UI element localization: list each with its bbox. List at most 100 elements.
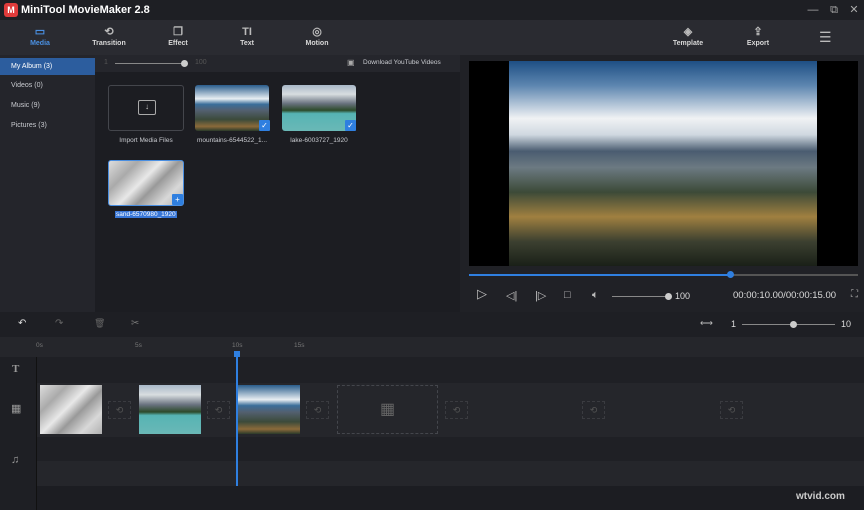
track-labels: T ▦ ♫ bbox=[0, 357, 37, 510]
timeline-zoom-knob[interactable] bbox=[790, 321, 798, 328]
playhead[interactable] bbox=[236, 352, 238, 486]
time-display: 00:00:10.00/00:00:15.00 bbox=[733, 290, 837, 301]
check-icon[interactable]: ✓ bbox=[345, 120, 356, 131]
media-name: mountains-6544522_1... bbox=[196, 137, 268, 144]
main-toolbar: ▭ Media ⟲ Transition ❐ Effect TI Text ◎ Motio… bbox=[0, 20, 864, 55]
video-track-icon: ▦ bbox=[11, 403, 22, 415]
media-thumb-mountains[interactable] bbox=[195, 85, 269, 131]
timeline-zoom-max: 10 bbox=[841, 319, 852, 329]
sidebar-item-videos[interactable]: Videos (0) bbox=[0, 77, 95, 94]
play-button[interactable]: ▷ bbox=[477, 286, 487, 302]
sidebar-item-my-album[interactable]: My Album (3) bbox=[0, 58, 95, 75]
video-preview bbox=[469, 61, 858, 266]
media-bar: 1 100 ▣ Download YouTube Videos bbox=[95, 55, 460, 72]
layers-icon: ◈ bbox=[683, 26, 693, 38]
count: (0) bbox=[34, 82, 43, 89]
text-icon: TI bbox=[242, 26, 252, 38]
tab-motion[interactable]: ◎ Motion bbox=[287, 25, 347, 47]
tick-label: 5s bbox=[135, 342, 142, 349]
count: (3) bbox=[38, 122, 47, 129]
effect-icon: ❐ bbox=[173, 26, 183, 38]
transition-slot[interactable]: ⟲ bbox=[207, 401, 230, 419]
transition-slot[interactable]: ⟲ bbox=[108, 401, 131, 419]
import-media-button[interactable]: ↓ bbox=[108, 85, 184, 131]
tick-label: 10s bbox=[232, 342, 243, 349]
text-track[interactable] bbox=[37, 357, 864, 383]
minimize-button[interactable]: — bbox=[804, 3, 822, 17]
timeline-zoom-min: 1 bbox=[731, 319, 737, 329]
media-grid: ↓ Import Media Files ✓ mountains-6544522… bbox=[95, 72, 455, 312]
label: My Album bbox=[11, 63, 42, 70]
label: Pictures bbox=[11, 122, 37, 129]
album-sidebar: My Album (3) Videos (0) Music (9) Pictur… bbox=[0, 55, 95, 312]
upload-icon: ⇪ bbox=[753, 26, 763, 38]
volume-slider[interactable] bbox=[612, 296, 668, 297]
transition-slot[interactable]: ⟲ bbox=[720, 401, 743, 419]
timeline-zoom-slider[interactable] bbox=[742, 324, 835, 325]
zoom-max: 100 bbox=[195, 59, 207, 66]
transition-slot[interactable]: ⟲ bbox=[306, 401, 329, 419]
tab-effect[interactable]: ❐ Effect bbox=[148, 25, 208, 47]
zoom-min: 1 bbox=[104, 59, 108, 66]
clip-lake[interactable] bbox=[139, 385, 201, 434]
transition-slot[interactable]: ⟲ bbox=[582, 401, 605, 419]
playhead-handle[interactable] bbox=[234, 351, 240, 357]
transition-slot[interactable]: ⟲ bbox=[445, 401, 468, 419]
app-title: MiniTool MovieMaker 2.8 bbox=[21, 4, 150, 16]
next-frame-button[interactable]: |▷ bbox=[535, 289, 546, 302]
volume-knob[interactable] bbox=[665, 293, 672, 300]
stop-button[interactable]: □ bbox=[564, 289, 571, 301]
audio-track[interactable] bbox=[37, 437, 864, 461]
export-button[interactable]: ⇪ Export bbox=[728, 25, 788, 47]
import-label: Import Media Files bbox=[119, 137, 173, 144]
tab-label: Text bbox=[240, 40, 254, 47]
sidebar-item-music[interactable]: Music (9) bbox=[0, 97, 95, 114]
title-bar: M MiniTool MovieMaker 2.8 — ⧉ ✕ bbox=[0, 0, 864, 20]
check-icon[interactable]: ✓ bbox=[259, 120, 270, 131]
thumb-size-slider[interactable] bbox=[115, 63, 183, 64]
tab-media[interactable]: ▭ Media bbox=[10, 25, 70, 47]
tab-label: Transition bbox=[92, 40, 126, 47]
count: (9) bbox=[31, 102, 40, 109]
tick-label: 15s bbox=[294, 342, 305, 349]
tab-label: Effect bbox=[168, 40, 188, 47]
tab-text[interactable]: TI Text bbox=[217, 25, 277, 47]
volume-value: 100 bbox=[675, 291, 691, 301]
redo-icon[interactable]: ↷ bbox=[55, 318, 63, 329]
download-youtube-link[interactable]: Download YouTube Videos bbox=[363, 59, 441, 66]
import-folder-icon: ↓ bbox=[138, 100, 156, 115]
slider-knob[interactable] bbox=[181, 60, 188, 67]
delete-icon[interactable]: 🗑︎ bbox=[94, 318, 105, 329]
menu-icon[interactable]: ☰ bbox=[819, 29, 832, 46]
media-name: lake-6003727_1920 bbox=[290, 137, 348, 144]
close-button[interactable]: ✕ bbox=[845, 3, 863, 17]
time-ruler[interactable] bbox=[0, 337, 864, 357]
youtube-icon: ▣ bbox=[347, 58, 355, 67]
template-label: Template bbox=[672, 40, 704, 47]
restore-button[interactable]: ⧉ bbox=[825, 3, 843, 17]
sidebar-item-pictures[interactable]: Pictures (3) bbox=[0, 117, 95, 134]
text-track-icon: T bbox=[12, 363, 20, 375]
transition-icon: ⟲ bbox=[104, 26, 114, 38]
watermark: wtvid.com bbox=[796, 491, 845, 502]
folder-icon: ▭ bbox=[34, 26, 46, 38]
clip-mountains[interactable] bbox=[237, 385, 300, 434]
label: Music bbox=[11, 102, 30, 109]
split-icon[interactable]: ✂ bbox=[131, 318, 139, 329]
add-icon[interactable]: + bbox=[172, 194, 183, 205]
drop-media-placeholder[interactable]: ▦ bbox=[337, 385, 438, 434]
export-label: Export bbox=[746, 40, 770, 47]
seek-knob[interactable] bbox=[726, 271, 734, 278]
tab-transition[interactable]: ⟲ Transition bbox=[79, 25, 139, 47]
music-track-icon: ♫ bbox=[11, 454, 20, 466]
volume-icon[interactable]: 🔈︎ bbox=[592, 289, 599, 302]
prev-frame-button[interactable]: ◁| bbox=[506, 289, 517, 302]
audio-track-2[interactable] bbox=[37, 461, 864, 486]
seek-progress bbox=[469, 274, 730, 276]
template-button[interactable]: ◈ Template bbox=[658, 25, 718, 47]
undo-icon[interactable]: ↶ bbox=[18, 318, 26, 329]
clip-sand[interactable] bbox=[40, 385, 102, 434]
seek-bar[interactable] bbox=[469, 271, 858, 278]
fullscreen-icon[interactable]: ⛶ bbox=[851, 289, 858, 300]
fit-timeline-icon[interactable]: ⟷ bbox=[700, 318, 713, 329]
